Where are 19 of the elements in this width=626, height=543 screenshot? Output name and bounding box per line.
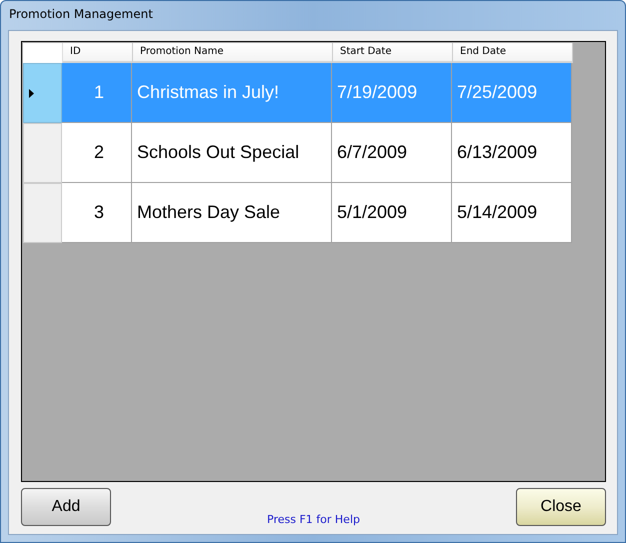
column-header[interactable]: Start Date [333,43,453,63]
table-row[interactable]: 2 Schools Out Special 6/7/2009 6/13/2009 [23,123,572,183]
add-button[interactable]: Add [21,488,111,526]
column-header[interactable]: Promotion Name [133,43,333,63]
table-cell: 3 [62,183,132,243]
table-cell: Mothers Day Sale [132,183,332,243]
row-header[interactable] [23,123,62,183]
row-header[interactable] [23,63,62,123]
column-header[interactable]: End Date [453,43,573,63]
row-header[interactable] [23,183,62,243]
help-text: Press F1 for Help [267,513,360,526]
table-row[interactable]: 3 Mothers Day Sale 5/1/2009 5/14/2009 [23,183,572,243]
table-cell: 5/1/2009 [332,183,452,243]
column-header[interactable]: ID [63,43,133,63]
window-title: Promotion Management [8,6,153,20]
close-button[interactable]: Close [516,488,606,526]
current-row-icon [29,88,34,98]
header-corner[interactable] [23,43,63,63]
table-cell: 5/14/2009 [452,183,572,243]
